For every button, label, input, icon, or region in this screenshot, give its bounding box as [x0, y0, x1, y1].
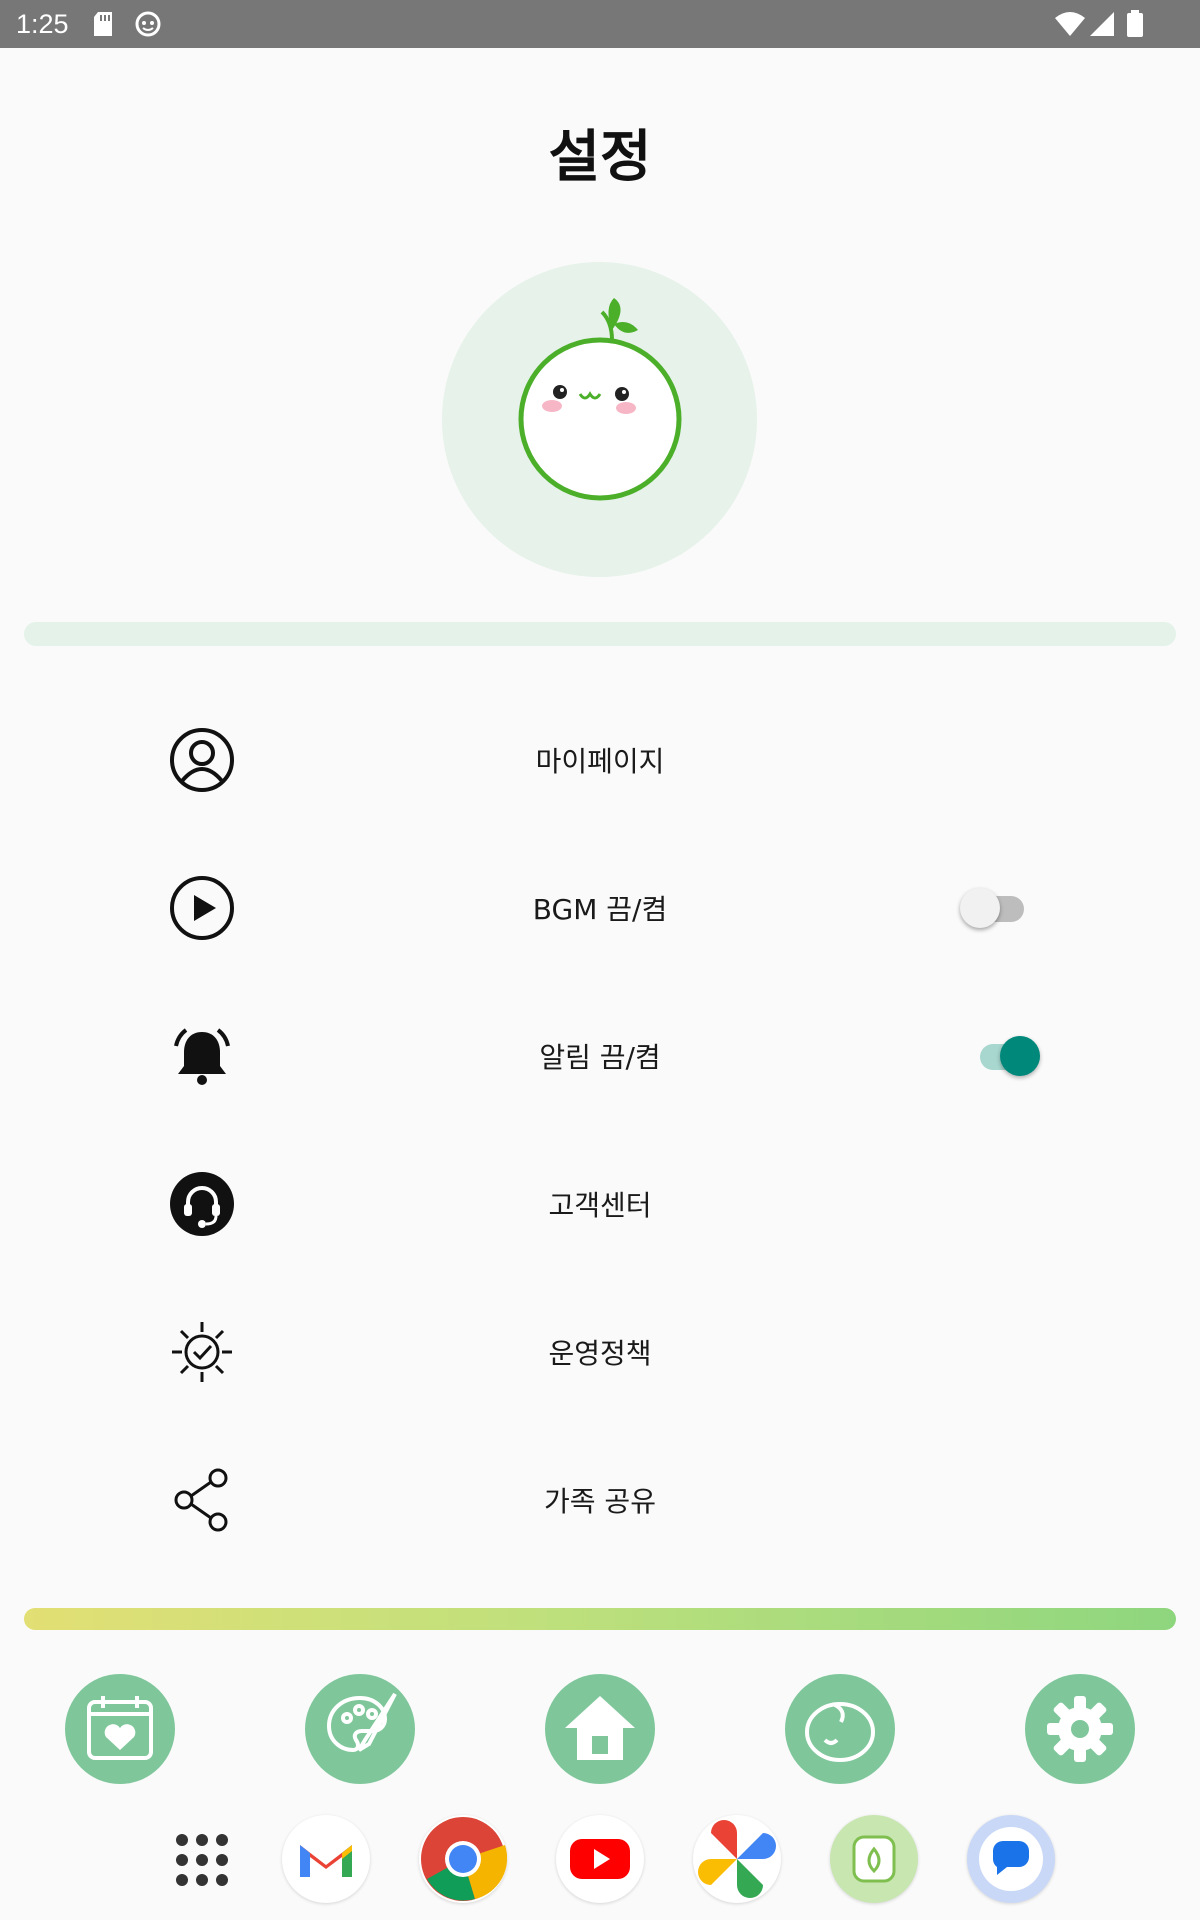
- youtube-icon: [570, 1839, 630, 1879]
- app-notification-icon: [134, 10, 162, 42]
- home-icon: [565, 1696, 635, 1760]
- status-bar: 1:25: [0, 0, 1200, 48]
- page-title: 설정: [548, 125, 652, 190]
- sd-card-icon: [92, 10, 116, 42]
- chrome-app[interactable]: [419, 1815, 507, 1903]
- photos-icon: [698, 1820, 776, 1898]
- gmail-app[interactable]: [282, 1815, 370, 1903]
- messages-app[interactable]: [967, 1815, 1055, 1903]
- nav-calendar-button[interactable]: [65, 1674, 175, 1784]
- baby-face-icon: [805, 1702, 875, 1762]
- messages-icon: [979, 1827, 1043, 1891]
- menu-item-mypage[interactable]: 마이페이지: [0, 700, 1200, 820]
- gradient-divider: [24, 1608, 1176, 1630]
- menu-item-bgm[interactable]: BGM 끔/켬: [0, 848, 1200, 968]
- bgm-toggle[interactable]: [960, 884, 1040, 932]
- menu-label-mypage: 마이페이지: [535, 745, 665, 778]
- profile-avatar[interactable]: [442, 262, 757, 577]
- app-drawer-button[interactable]: [172, 1830, 232, 1890]
- menu-item-support[interactable]: 고객센터: [0, 1144, 1200, 1264]
- nav-settings-button[interactable]: [1025, 1674, 1135, 1784]
- menu-item-share[interactable]: 가족 공유: [0, 1440, 1200, 1560]
- section-divider: [24, 622, 1176, 646]
- menu-item-policy[interactable]: 운영정책: [0, 1292, 1200, 1412]
- menu-item-notification[interactable]: 알림 끔/켬: [0, 996, 1200, 1116]
- wifi-icon: [1054, 10, 1086, 42]
- menu-label-policy: 운영정책: [548, 1337, 652, 1370]
- nav-baby-button[interactable]: [785, 1674, 895, 1784]
- sprout-app-icon: [852, 1835, 896, 1883]
- notification-toggle[interactable]: [976, 1032, 1056, 1080]
- settings-gear-icon: [1047, 1696, 1113, 1762]
- gmail-icon: [300, 1845, 352, 1877]
- battery-icon: [1126, 10, 1144, 42]
- toggle-thumb: [1000, 1036, 1040, 1076]
- sprout-app[interactable]: [830, 1815, 918, 1903]
- app-drawer-icon: [176, 1834, 228, 1886]
- photos-app[interactable]: [693, 1815, 781, 1903]
- sprout-mascot-icon: [518, 298, 682, 501]
- toggle-thumb: [960, 888, 1000, 928]
- calendar-heart-icon: [87, 1696, 153, 1760]
- status-time: 1:25: [16, 9, 69, 39]
- palette-icon: [326, 1692, 397, 1753]
- chrome-icon: [421, 1817, 507, 1901]
- menu-label-share: 가족 공유: [544, 1485, 656, 1518]
- signal-icon: [1088, 10, 1116, 42]
- youtube-app[interactable]: [556, 1815, 644, 1903]
- nav-palette-button[interactable]: [305, 1674, 415, 1784]
- nav-home-button[interactable]: [545, 1674, 655, 1784]
- menu-label-support: 고객센터: [548, 1189, 652, 1222]
